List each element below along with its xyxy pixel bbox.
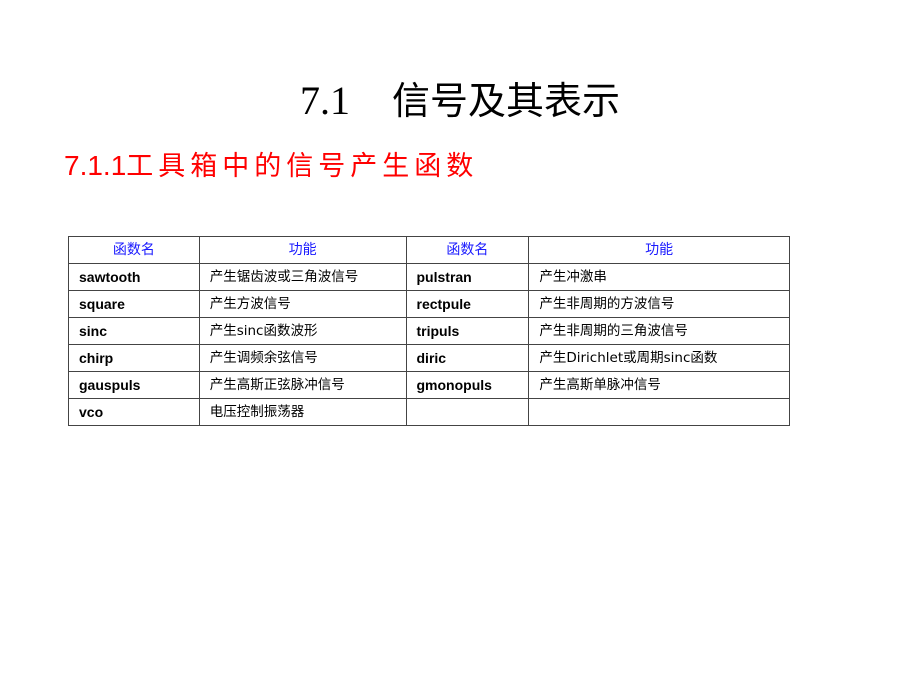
function-desc: 产生sinc函数波形 <box>198 317 407 345</box>
table-row: chirp 产生调频余弦信号 diric 产生Dirichlet或周期sinc函… <box>68 344 790 372</box>
function-name-empty <box>405 398 530 426</box>
table-row: gauspuls 产生高斯正弦脉冲信号 gmonopuls 产生高斯单脉冲信号 <box>68 371 790 399</box>
section-title-text: 信号及其表示 <box>391 79 620 123</box>
function-name: pulstran <box>405 263 530 291</box>
function-desc: 产生高斯正弦脉冲信号 <box>198 371 407 399</box>
section-number: 7.1 <box>299 78 350 123</box>
signal-function-table: 函数名 功能 函数名 功能 sawtooth 产生锯齿波或三角波信号 pulst… <box>68 236 790 426</box>
table-row: vco 电压控制振荡器 <box>68 398 790 426</box>
function-desc: 产生非周期的三角波信号 <box>528 317 790 345</box>
table-header-row: 函数名 功能 函数名 功能 <box>68 236 790 264</box>
function-name: gauspuls <box>68 371 200 399</box>
header-function-desc-1: 功能 <box>198 236 407 264</box>
function-desc: 产生Dirichlet或周期sinc函数 <box>528 344 790 372</box>
subsection-title-text: 工具箱中的信号产生函数 <box>126 151 479 182</box>
table-row: square 产生方波信号 rectpule 产生非周期的方波信号 <box>68 290 790 318</box>
function-desc: 产生冲激串 <box>528 263 790 291</box>
function-name: vco <box>68 398 200 426</box>
header-function-name-2: 函数名 <box>405 236 530 264</box>
function-name: sinc <box>68 317 200 345</box>
function-name: sawtooth <box>68 263 200 291</box>
subsection-number: 7.1.1 <box>64 150 127 181</box>
function-name: chirp <box>68 344 200 372</box>
function-desc: 产生锯齿波或三角波信号 <box>198 263 407 291</box>
table-row: sawtooth 产生锯齿波或三角波信号 pulstran 产生冲激串 <box>68 263 790 291</box>
function-name: square <box>68 290 200 318</box>
function-desc-empty <box>528 398 790 426</box>
function-desc: 产生非周期的方波信号 <box>528 290 790 318</box>
subsection-title: 7.1.1工具箱中的信号产生函数 <box>64 145 478 188</box>
function-desc: 产生方波信号 <box>198 290 407 318</box>
function-name: diric <box>405 344 530 372</box>
table-row: sinc 产生sinc函数波形 tripuls 产生非周期的三角波信号 <box>68 317 790 345</box>
function-desc: 电压控制振荡器 <box>198 398 407 426</box>
slide-title: 7.1 信号及其表示 <box>0 76 920 126</box>
function-name: rectpule <box>405 290 530 318</box>
function-desc: 产生调频余弦信号 <box>198 344 407 372</box>
function-desc: 产生高斯单脉冲信号 <box>528 371 790 399</box>
header-function-desc-2: 功能 <box>528 236 790 264</box>
function-name: gmonopuls <box>405 371 530 399</box>
header-function-name-1: 函数名 <box>68 236 200 264</box>
function-name: tripuls <box>405 317 530 345</box>
